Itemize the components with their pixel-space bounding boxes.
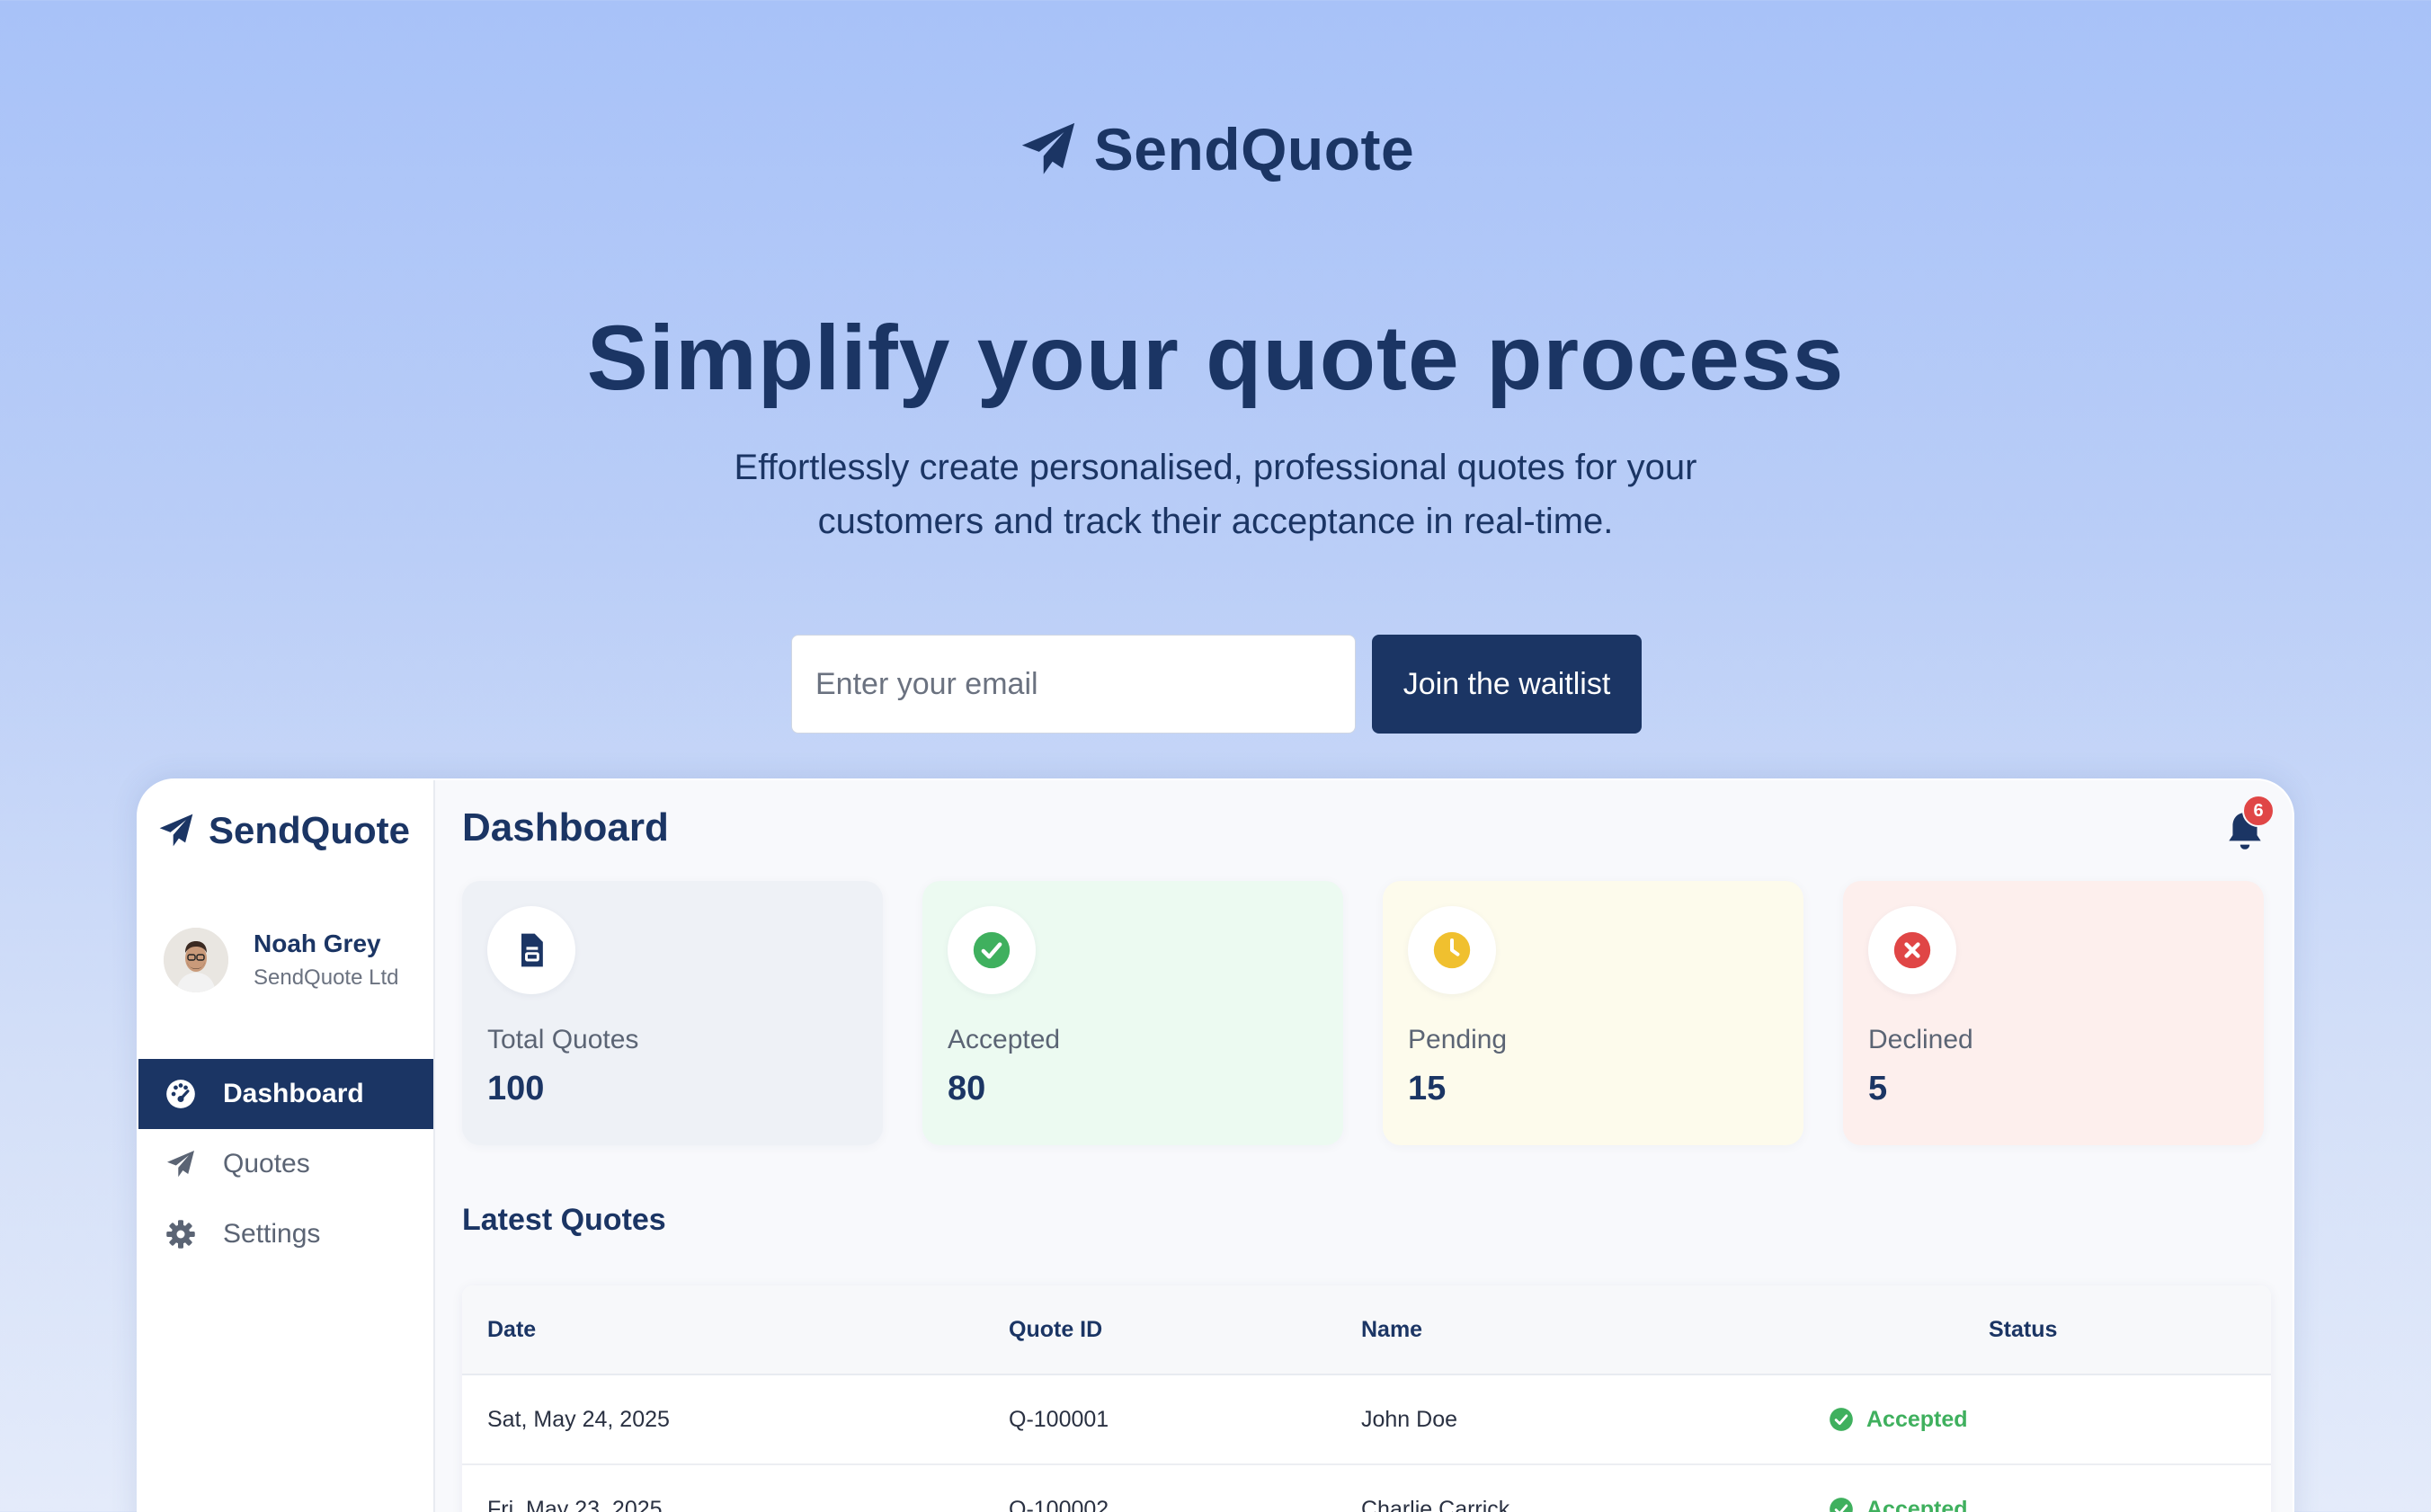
user-profile[interactable]: Noah Grey SendQuote Ltd (164, 928, 398, 992)
gauge-icon (164, 1077, 198, 1111)
user-name: Noah Grey (254, 929, 381, 957)
stat-icon-wrap (487, 906, 575, 994)
check-icon (973, 931, 1011, 969)
stat-label: Total Quotes (487, 1025, 639, 1054)
avatar (164, 928, 228, 992)
hero-title: Simplify your quote process (586, 307, 1845, 409)
sidebar-brand[interactable]: SendQuote (156, 809, 410, 852)
table-row[interactable]: Sat, May 24, 2025 Q-100001 John Doe Acce… (462, 1375, 2271, 1465)
stat-card-declined[interactable]: Declined 5 (1843, 881, 2264, 1145)
stat-icon-wrap (948, 906, 1036, 994)
stat-value: 80 (948, 1070, 986, 1107)
latest-quotes-title: Latest Quotes (462, 1203, 666, 1237)
brand-name: SendQuote (1093, 116, 1415, 182)
document-icon (521, 933, 543, 967)
stat-value: 5 (1868, 1070, 1888, 1107)
join-waitlist-button[interactable]: Join the waitlist (1372, 635, 1642, 734)
hero-subtitle: Effortlessly create personalised, profes… (631, 440, 1800, 548)
stat-card-pending[interactable]: Pending 15 (1383, 881, 1803, 1145)
table-header: Date Quote ID Name Status (462, 1285, 2271, 1375)
email-input[interactable] (791, 635, 1356, 734)
cell-name: John Doe (1361, 1406, 1458, 1432)
sidebar-item-dashboard[interactable]: Dashboard (138, 1059, 433, 1129)
clock-icon (1433, 931, 1471, 969)
app-window: SendQuote Noah Grey SendQuote Ltd Dashbo… (137, 778, 2294, 1512)
stat-card-accepted[interactable]: Accepted 80 (922, 881, 1343, 1145)
waitlist-form: Join the waitlist (791, 635, 1642, 734)
paper-plane-icon (164, 1147, 198, 1181)
x-icon (1893, 931, 1931, 969)
cell-status: Accepted (1829, 1497, 2271, 1512)
cell-quote-id: Q-100001 (1009, 1406, 1109, 1432)
check-icon (1830, 1498, 1853, 1512)
stat-label: Pending (1408, 1025, 1508, 1054)
cell-date: Fri, May 23, 2025 (487, 1496, 663, 1512)
hero-subtitle-line2: customers and track their acceptance in … (817, 502, 1614, 541)
column-header-status[interactable]: Status (1829, 1317, 2271, 1343)
stat-label: Accepted (948, 1025, 1061, 1054)
hero-subtitle-line1: Effortlessly create personalised, profes… (734, 448, 1697, 487)
check-icon (1830, 1408, 1853, 1431)
table-row[interactable]: Fri, May 23, 2025 Q-100002 Charlie Carri… (462, 1465, 2271, 1512)
cell-date: Sat, May 24, 2025 (487, 1406, 670, 1432)
stat-icon-wrap (1868, 906, 1956, 994)
stat-value: 100 (487, 1070, 545, 1107)
user-company: SendQuote Ltd (254, 965, 399, 990)
column-header-quote-id[interactable]: Quote ID (1009, 1317, 1361, 1343)
paper-plane-icon (159, 814, 193, 847)
sidebar: SendQuote Noah Grey SendQuote Ltd Dashbo… (138, 780, 435, 1512)
cell-status: Accepted (1829, 1407, 2271, 1433)
cell-quote-id: Q-100002 (1009, 1496, 1109, 1512)
gear-icon (164, 1217, 198, 1251)
column-header-date[interactable]: Date (462, 1317, 1009, 1343)
cell-name: Charlie Carrick (1361, 1496, 1510, 1512)
sidebar-item-label: Settings (223, 1219, 321, 1249)
stats-cards: Total Quotes 100 Accepted 80 Pending 15 … (462, 881, 2264, 1145)
column-header-name[interactable]: Name (1361, 1317, 1829, 1343)
sidebar-item-settings[interactable]: Settings (138, 1199, 433, 1269)
status-label: Accepted (1866, 1406, 1968, 1432)
notification-badge: 6 (2242, 795, 2275, 827)
latest-quotes-table: Date Quote ID Name Status Sat, May 24, 2… (462, 1285, 2271, 1512)
sidebar-brand-name: SendQuote (209, 809, 411, 851)
stat-card-total[interactable]: Total Quotes 100 (462, 881, 883, 1145)
stat-value: 15 (1408, 1070, 1447, 1107)
sidebar-item-label: Dashboard (223, 1079, 364, 1108)
paper-plane-icon (1021, 122, 1074, 174)
notifications-button[interactable]: 6 (2222, 795, 2275, 854)
user-photo (164, 928, 228, 992)
sidebar-item-quotes[interactable]: Quotes (138, 1129, 433, 1199)
hero-brand: SendQuote (0, 115, 2431, 183)
stat-label: Declined (1868, 1025, 1973, 1054)
page-title: Dashboard (462, 805, 669, 849)
status-label: Accepted (1866, 1496, 1968, 1512)
sidebar-nav: Dashboard Quotes Settings (138, 1059, 433, 1269)
stat-icon-wrap (1408, 906, 1496, 994)
sidebar-item-label: Quotes (223, 1149, 310, 1178)
status-badge: Accepted (1829, 1407, 2271, 1433)
main-content: Dashboard 6 Total Quotes 100 Accepted 80… (435, 780, 2293, 1512)
status-badge: Accepted (1829, 1497, 2271, 1512)
